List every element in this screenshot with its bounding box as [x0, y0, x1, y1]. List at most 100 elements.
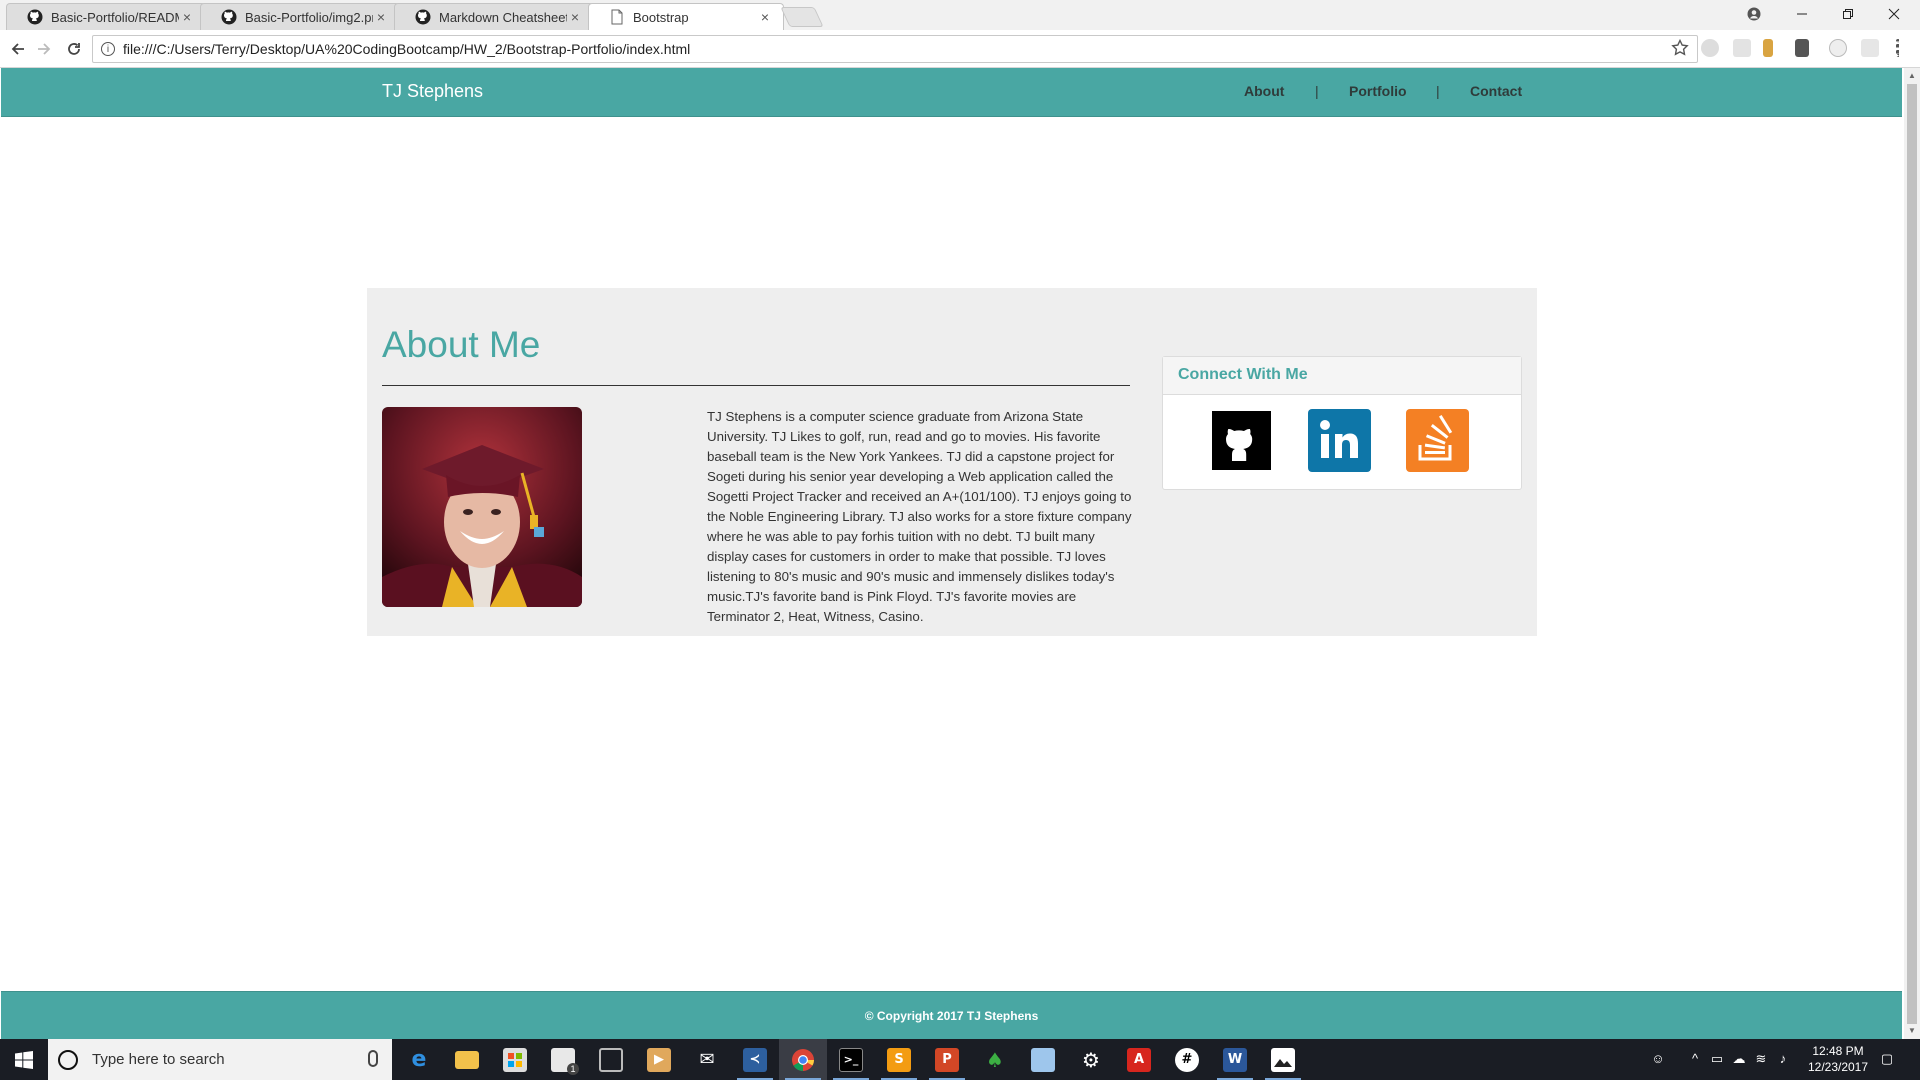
taskbar-search[interactable]: Type here to search — [48, 1039, 392, 1080]
chevron-up-icon[interactable]: ^ — [1686, 1051, 1704, 1069]
extension-icon[interactable] — [1861, 39, 1879, 57]
extension-icon[interactable] — [1733, 39, 1751, 57]
tab-close-icon[interactable]: × — [179, 9, 195, 25]
github-link[interactable] — [1210, 409, 1273, 472]
scroll-down-icon[interactable]: ▼ — [1907, 1026, 1917, 1035]
taskbar-settings[interactable]: ⚙ — [1067, 1039, 1115, 1080]
back-arrow-icon[interactable] — [6, 37, 30, 61]
nav-link-portfolio[interactable]: Portfolio — [1349, 83, 1407, 99]
linkedin-link[interactable] — [1308, 409, 1371, 472]
reload-icon[interactable] — [62, 37, 86, 61]
edge-icon: e — [411, 1047, 427, 1072]
cube-icon — [1031, 1047, 1055, 1072]
copyright-text: © Copyright 2017 TJ Stephens — [864, 1008, 1039, 1023]
extension-icon[interactable] — [1795, 39, 1809, 57]
volume-icon[interactable]: ♪ — [1774, 1051, 1792, 1069]
taskbar-powerpoint[interactable]: P — [923, 1039, 971, 1080]
taskbar-acrobat[interactable]: A — [1115, 1039, 1163, 1080]
page-scrollbar[interactable]: ▲ ▼ — [1904, 68, 1920, 1039]
restore-icon[interactable] — [1826, 0, 1870, 28]
tab-bootstrap[interactable]: Bootstrap × — [588, 3, 784, 30]
search-placeholder: Type here to search — [92, 1051, 225, 1068]
profile-photo — [382, 407, 582, 607]
new-tab-button[interactable] — [780, 7, 824, 27]
taskbar-slack[interactable]: # — [1163, 1039, 1211, 1080]
taskbar-photos[interactable] — [1259, 1039, 1307, 1080]
taskbar-word[interactable]: W — [1211, 1039, 1259, 1080]
site-navbar: TJ Stephens About | Portfolio | Contact — [1, 68, 1902, 117]
sublime-icon: S — [887, 1047, 911, 1072]
taskbar-app[interactable] — [587, 1039, 635, 1080]
taskbar-sublime[interactable]: S — [875, 1039, 923, 1080]
nav-link-about[interactable]: About — [1244, 83, 1284, 99]
menu-kebab-icon[interactable] — [1896, 39, 1900, 57]
forward-arrow-icon[interactable] — [32, 37, 56, 61]
taskbar-chrome[interactable] — [779, 1039, 827, 1080]
taskbar: Type here to search e 1 ▶ ✉ ≺ >_ S P ♠ ⚙… — [0, 1039, 1920, 1080]
chrome-icon — [792, 1048, 814, 1071]
taskbar-app-badge[interactable]: 1 — [539, 1039, 587, 1080]
store-icon — [503, 1047, 527, 1072]
microphone-icon[interactable] — [368, 1050, 378, 1067]
extension-icon[interactable] — [1829, 39, 1847, 57]
connect-heading: Connect With Me — [1163, 357, 1521, 395]
minimize-icon[interactable] — [1780, 0, 1824, 28]
browser-toolbar: i file:///C:/Users/Terry/Desktop/UA%20Co… — [0, 30, 1920, 68]
about-bio: TJ Stephens is a computer science gradua… — [707, 409, 1132, 624]
github-icon — [221, 9, 237, 25]
tab-title: Basic-Portfolio/README — [51, 9, 179, 25]
tab-img2[interactable]: Basic-Portfolio/img2.png × — [200, 3, 400, 30]
gear-icon: ⚙ — [1082, 1047, 1100, 1072]
tab-title: Markdown Cheatsheet · a — [439, 9, 567, 25]
about-section: About Me TJ Stephens is a computer scien… — [367, 288, 1537, 636]
tab-close-icon[interactable]: × — [373, 9, 389, 25]
leaf-icon: ♠ — [986, 1047, 1004, 1072]
clock-date: 12/23/2017 — [1807, 1060, 1869, 1074]
action-center-icon[interactable]: ▢ — [1878, 1051, 1896, 1069]
tab-markdown[interactable]: Markdown Cheatsheet · a × — [394, 3, 594, 30]
mail-icon: ✉ — [699, 1049, 715, 1070]
windows-icon — [15, 1050, 33, 1069]
taskbar-vscode[interactable]: ≺ — [731, 1039, 779, 1080]
battery-icon[interactable]: ▭ — [1708, 1051, 1726, 1069]
close-window-icon[interactable] — [1872, 0, 1916, 28]
taskbar-explorer[interactable] — [443, 1039, 491, 1080]
info-icon[interactable]: i — [101, 42, 115, 56]
bookmark-star-icon[interactable] — [1671, 39, 1689, 57]
system-clock[interactable]: 12:48 PM 12/23/2017 — [1798, 1043, 1878, 1075]
folder-icon — [455, 1050, 479, 1069]
taskbar-mail[interactable]: ✉ — [683, 1039, 731, 1080]
site-footer: © Copyright 2017 TJ Stephens — [1, 991, 1902, 1039]
powerpoint-icon: P — [935, 1047, 959, 1072]
profile-icon[interactable] — [1732, 0, 1776, 28]
wifi-icon[interactable]: ≋ — [1752, 1051, 1770, 1069]
github-icon — [415, 9, 431, 25]
site-brand[interactable]: TJ Stephens — [382, 81, 483, 102]
taskbar-app[interactable] — [1019, 1039, 1067, 1080]
taskbar-store[interactable] — [491, 1039, 539, 1080]
tab-close-icon[interactable]: × — [567, 9, 583, 25]
people-icon[interactable]: ☺ — [1649, 1051, 1667, 1069]
nav-separator: | — [1315, 83, 1319, 99]
linkedin-icon — [1308, 409, 1371, 472]
extension-icon[interactable] — [1701, 39, 1719, 57]
tab-readme[interactable]: Basic-Portfolio/README × — [6, 3, 206, 30]
notification-badge: 1 — [567, 1063, 579, 1075]
taskbar-app[interactable]: ♠ — [971, 1039, 1019, 1080]
divider — [382, 385, 1130, 386]
taskbar-app[interactable]: ▶ — [635, 1039, 683, 1080]
cortana-icon[interactable] — [58, 1049, 78, 1070]
taskbar-terminal[interactable]: >_ — [827, 1039, 875, 1080]
connect-panel: Connect With Me — [1162, 356, 1522, 490]
nav-link-contact[interactable]: Contact — [1470, 83, 1522, 99]
stackoverflow-link[interactable] — [1406, 409, 1469, 472]
scroll-up-icon[interactable]: ▲ — [1907, 71, 1917, 80]
start-button[interactable] — [0, 1039, 48, 1080]
tab-close-icon[interactable]: × — [757, 9, 773, 25]
extension-icon[interactable] — [1763, 39, 1773, 57]
scroll-thumb[interactable] — [1907, 84, 1917, 1024]
onedrive-icon[interactable]: ☁ — [1730, 1051, 1748, 1069]
address-bar[interactable]: i file:///C:/Users/Terry/Desktop/UA%20Co… — [92, 35, 1698, 63]
word-icon: W — [1223, 1047, 1247, 1072]
taskbar-edge[interactable]: e — [395, 1039, 443, 1080]
